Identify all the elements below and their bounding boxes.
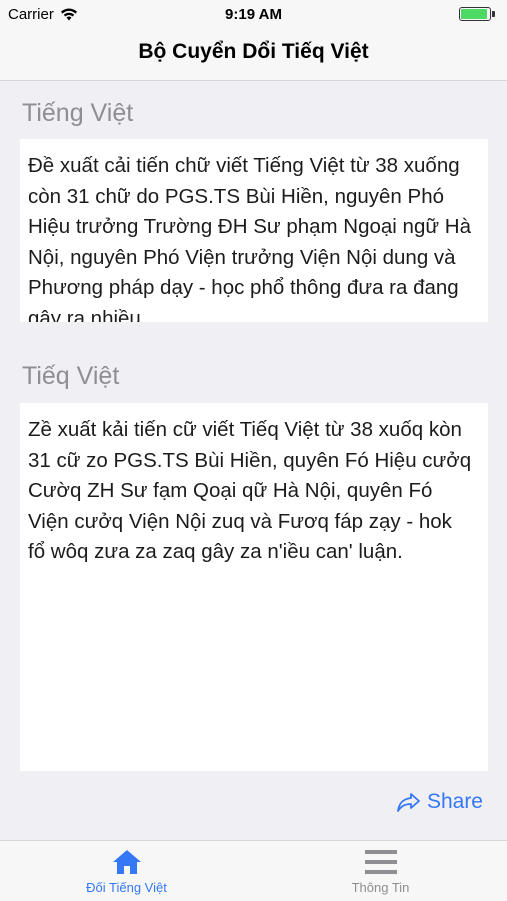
share-arrow-icon — [397, 793, 420, 812]
status-bar: Carrier 9:19 AM — [0, 0, 507, 28]
share-label: Share — [426, 790, 483, 813]
battery-icon — [459, 7, 497, 23]
input-section-label: Tiếng Việt — [22, 99, 134, 127]
page-title: Bộ Cuyển Dổi Tiếq Việt — [138, 40, 369, 63]
output-text-area[interactable]: Zề xuất kải tiến cữ viết Tiếq Việt từ 38… — [20, 403, 488, 771]
tab-converter-label: Đối Tiếng Việt — [86, 880, 167, 895]
output-section-label: Tiếq Việt — [22, 362, 120, 390]
tab-info-label: Thông Tin — [351, 880, 410, 895]
tab-info[interactable]: Thông Tin — [254, 841, 507, 901]
input-text-area[interactable]: Đề xuất cải tiến chữ viết Tiếng Việt từ … — [20, 139, 488, 322]
navigation-bar: Bộ Cuyển Dổi Tiếq Việt — [0, 28, 507, 81]
tab-bar: Đối Tiếng Việt Thông Tin — [0, 840, 507, 901]
home-icon — [112, 850, 141, 874]
share-button[interactable]: Share — [396, 790, 483, 814]
menu-icon — [364, 850, 397, 874]
status-time: 9:19 AM — [225, 6, 282, 23]
tab-converter[interactable]: Đối Tiếng Việt — [0, 841, 253, 901]
